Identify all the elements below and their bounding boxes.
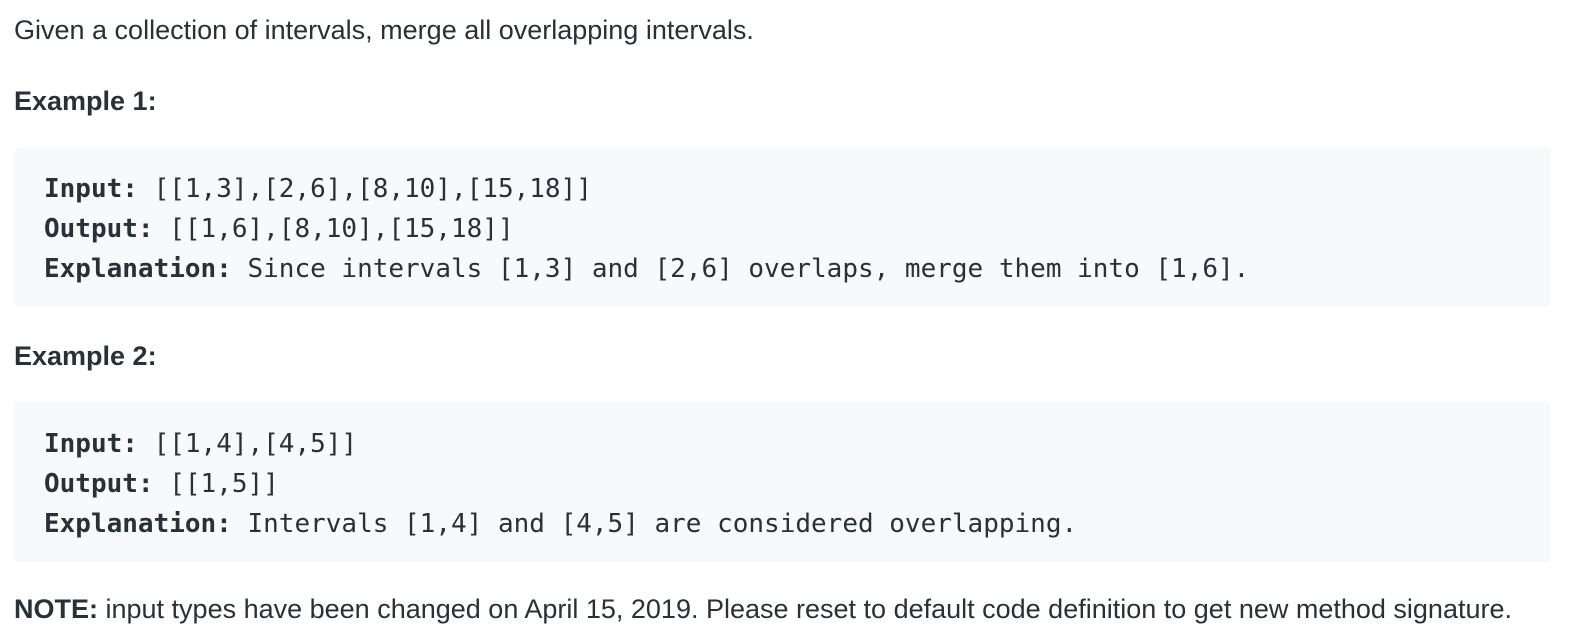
output-label: Output: <box>44 469 154 499</box>
explanation-value: Since intervals [1,3] and [2,6] overlaps… <box>231 254 1250 284</box>
example-2-code-block: Input: [[1,4],[4,5]] Output: [[1,5]] Exp… <box>14 402 1550 562</box>
explanation-label: Explanation: <box>44 254 232 284</box>
explanation-label: Explanation: <box>44 509 232 539</box>
example-1-output-line: Output: [[1,6],[8,10],[15,18]] <box>44 209 1550 249</box>
output-value: [[1,5]] <box>153 469 279 499</box>
example-1-input-line: Input: [[1,3],[2,6],[8,10],[15,18]] <box>44 169 1550 209</box>
note-label: NOTE: <box>14 594 98 624</box>
note-paragraph: NOTE: input types have been changed on A… <box>14 592 1512 626</box>
explanation-value: Intervals [1,4] and [4,5] are considered… <box>231 509 1078 539</box>
example-2-heading: Example 2: <box>14 341 157 371</box>
output-label: Output: <box>44 214 154 244</box>
input-label: Input: <box>44 174 138 204</box>
example-1-code-block: Input: [[1,3],[2,6],[8,10],[15,18]] Outp… <box>14 147 1550 307</box>
example-1-explanation-line: Explanation: Since intervals [1,3] and [… <box>44 249 1550 289</box>
problem-statement: Given a collection of intervals, merge a… <box>14 15 754 45</box>
input-value: [[1,4],[4,5]] <box>137 429 358 459</box>
example-2-explanation-line: Explanation: Intervals [1,4] and [4,5] a… <box>44 504 1550 544</box>
example-1-heading: Example 1: <box>14 86 157 116</box>
note-text: input types have been changed on April 1… <box>98 594 1512 624</box>
example-2-output-line: Output: [[1,5]] <box>44 464 1550 504</box>
input-value: [[1,3],[2,6],[8,10],[15,18]] <box>137 174 592 204</box>
example-2-input-line: Input: [[1,4],[4,5]] <box>44 424 1550 464</box>
input-label: Input: <box>44 429 138 459</box>
output-value: [[1,6],[8,10],[15,18]] <box>153 214 514 244</box>
